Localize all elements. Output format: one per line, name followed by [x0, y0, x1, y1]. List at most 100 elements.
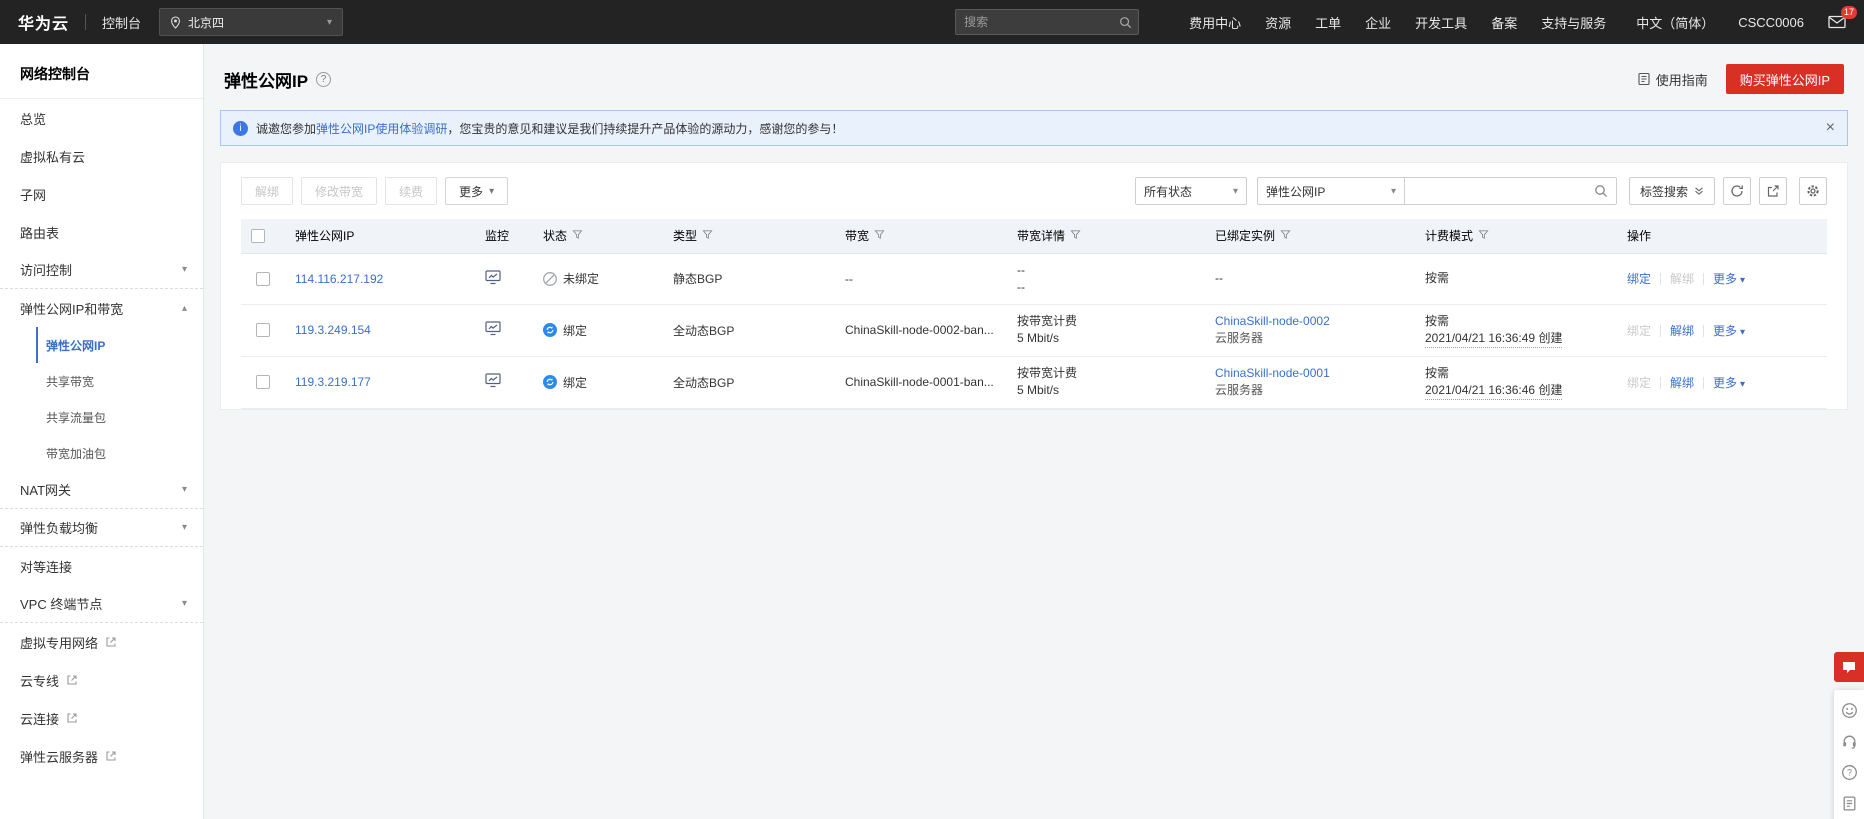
- location-pin-icon: [170, 15, 181, 29]
- survey-doc-icon[interactable]: [1834, 788, 1864, 819]
- table-search[interactable]: [1404, 177, 1617, 205]
- tag-search-button[interactable]: 标签搜索: [1628, 177, 1715, 205]
- sidebar-item-vpc[interactable]: 虚拟私有云: [0, 137, 203, 175]
- monitor-icon[interactable]: [485, 269, 501, 285]
- filter-icon[interactable]: [1478, 229, 1489, 243]
- sidebar-item-cloud-connect[interactable]: 云连接: [0, 699, 203, 737]
- huawei-cloud-logo[interactable]: 华为云: [18, 10, 69, 34]
- sidebar-item-direct-connect[interactable]: 云专线: [0, 661, 203, 699]
- guide-link[interactable]: 使用指南: [1637, 70, 1708, 89]
- sidebar-item-label: 虚拟专用网络: [20, 635, 99, 651]
- bind-action[interactable]: 绑定: [1627, 376, 1651, 390]
- filter-icon[interactable]: [874, 229, 885, 243]
- filter-icon[interactable]: [1280, 229, 1291, 243]
- chevron-down-icon: ▾: [181, 264, 187, 275]
- status-filter-select[interactable]: 所有状态 ▾: [1134, 177, 1247, 205]
- sidebar-item-peering[interactable]: 对等连接: [0, 547, 203, 585]
- topbar: 华为云 控制台 北京四 ▾ 费用中心 资源 工单 企业 开发工具 备案 支持与服…: [0, 0, 1864, 44]
- settings-gear-icon[interactable]: [1799, 177, 1827, 205]
- unbind-button[interactable]: 解绑: [241, 177, 294, 205]
- monitor-icon[interactable]: [485, 321, 501, 336]
- global-search[interactable]: [955, 9, 1140, 35]
- sidebar-item-overview[interactable]: 总览: [0, 99, 203, 137]
- topbar-link-resources[interactable]: 资源: [1265, 13, 1291, 32]
- buy-eip-button[interactable]: 购买弹性公网IP: [1725, 64, 1844, 94]
- unbind-action[interactable]: 解绑: [1670, 324, 1694, 338]
- search-icon[interactable]: [1119, 16, 1132, 29]
- sidebar-item-vpn[interactable]: 虚拟专用网络: [0, 623, 203, 661]
- topbar-link-icp[interactable]: 备案: [1491, 13, 1517, 32]
- topbar-link-tickets[interactable]: 工单: [1315, 13, 1341, 32]
- sidebar-item-vpc-endpoint[interactable]: VPC 终端节点 ▾: [0, 585, 203, 623]
- mail-icon[interactable]: 17: [1828, 6, 1857, 29]
- help-question-icon[interactable]: ?: [1834, 757, 1864, 788]
- topbar-link-devtools[interactable]: 开发工具: [1415, 13, 1467, 32]
- select-all-checkbox[interactable]: [251, 229, 265, 244]
- more-button[interactable]: 更多 ▾: [445, 177, 509, 205]
- modify-bandwidth-button[interactable]: 修改带宽: [301, 177, 378, 205]
- help-icon[interactable]: ?: [316, 71, 332, 87]
- eip-link[interactable]: 114.116.217.192: [295, 272, 383, 286]
- language-switcher[interactable]: 中文（简体）: [1636, 13, 1714, 32]
- row-checkbox[interactable]: [256, 271, 270, 286]
- eip-link[interactable]: 119.3.249.154: [295, 323, 371, 337]
- table-search-input[interactable]: [1404, 184, 1616, 198]
- row-checkbox[interactable]: [256, 375, 270, 390]
- sidebar-item-eip-bandwidth-group[interactable]: 弹性公网IP和带宽 ▴: [0, 289, 203, 327]
- account-name[interactable]: CSCC0006: [1738, 15, 1804, 30]
- eip-link[interactable]: 119.3.219.177: [295, 375, 371, 389]
- more-action[interactable]: 更多: [1713, 376, 1737, 390]
- chevron-down-icon: ▾: [1740, 378, 1746, 390]
- sidebar-item-bandwidth-addon[interactable]: 带宽加油包: [36, 435, 203, 471]
- instance-link[interactable]: ChinaSkill-node-0002: [1215, 314, 1330, 328]
- refresh-button[interactable]: [1723, 177, 1751, 205]
- filter-icon[interactable]: [1070, 229, 1081, 243]
- topbar-link-billing[interactable]: 费用中心: [1189, 13, 1241, 32]
- topbar-link-enterprise[interactable]: 企业: [1365, 13, 1391, 32]
- bind-action[interactable]: 绑定: [1627, 272, 1651, 286]
- topbar-links: 费用中心 资源 工单 企业 开发工具 备案 支持与服务 中文（简体） CSCC0…: [1165, 6, 1857, 32]
- search-field-select[interactable]: 弹性公网IP ▾: [1256, 177, 1405, 205]
- sidebar-item-access-control[interactable]: 访问控制 ▾: [0, 251, 203, 289]
- sidebar-item-nat-gateway[interactable]: NAT网关 ▾: [0, 471, 203, 509]
- chat-feedback-icon[interactable]: [1834, 652, 1864, 682]
- console-link[interactable]: 控制台: [102, 13, 141, 32]
- bind-action[interactable]: 绑定: [1627, 324, 1651, 338]
- sidebar-item-shared-bandwidth[interactable]: 共享带宽: [36, 363, 203, 399]
- more-action[interactable]: 更多: [1713, 324, 1737, 338]
- table-header-row: 弹性公网IP 监控 状态 类型 带宽 带宽详情 已绑定实例 计费模式 操作: [241, 219, 1827, 254]
- search-icon[interactable]: [1594, 184, 1608, 198]
- close-icon[interactable]: ×: [1826, 120, 1835, 136]
- monitor-icon[interactable]: [485, 373, 501, 388]
- survey-link[interactable]: 弹性公网IP使用体验调研: [316, 122, 447, 136]
- export-button[interactable]: [1759, 177, 1787, 205]
- row-checkbox[interactable]: [256, 323, 270, 338]
- sidebar-item-eip[interactable]: 弹性公网IP: [36, 327, 203, 363]
- filter-icon[interactable]: [572, 229, 583, 243]
- sidebar-item-subnet[interactable]: 子网: [0, 175, 203, 213]
- sidebar-item-label: 共享带宽: [46, 374, 95, 389]
- sidebar-item-ecs[interactable]: 弹性云服务器: [0, 737, 203, 775]
- sidebar-item-label: 弹性云服务器: [20, 749, 99, 765]
- instance-link[interactable]: ChinaSkill-node-0001: [1215, 366, 1330, 380]
- sidebar-item-route-table[interactable]: 路由表: [0, 213, 203, 251]
- status-filter-value: 所有状态: [1143, 184, 1192, 199]
- sidebar-item-elb[interactable]: 弹性负载均衡 ▾: [0, 509, 203, 547]
- col-status: 状态: [543, 229, 568, 244]
- sidebar-title: 网络控制台: [0, 44, 203, 99]
- table-row: 119.3.219.177 绑定 全动态BGP ChinaSkill-node-…: [241, 356, 1827, 409]
- search-field-value: 弹性公网IP: [1265, 184, 1326, 199]
- more-action[interactable]: 更多: [1713, 272, 1737, 286]
- renew-button[interactable]: 续费: [385, 177, 438, 205]
- support-headset-icon[interactable]: [1834, 726, 1864, 757]
- sidebar-item-shared-traffic-package[interactable]: 共享流量包: [36, 399, 203, 435]
- filter-icon[interactable]: [702, 229, 713, 243]
- unbind-action[interactable]: 解绑: [1670, 376, 1694, 390]
- feedback-smiley-icon[interactable]: [1834, 695, 1864, 726]
- global-search-input[interactable]: [964, 15, 1120, 29]
- topbar-link-support[interactable]: 支持与服务: [1541, 13, 1606, 32]
- assist-panel: ?: [1834, 690, 1864, 819]
- external-link-icon: [66, 712, 78, 724]
- region-selector[interactable]: 北京四 ▾: [159, 8, 344, 36]
- unbind-action[interactable]: 解绑: [1670, 272, 1694, 286]
